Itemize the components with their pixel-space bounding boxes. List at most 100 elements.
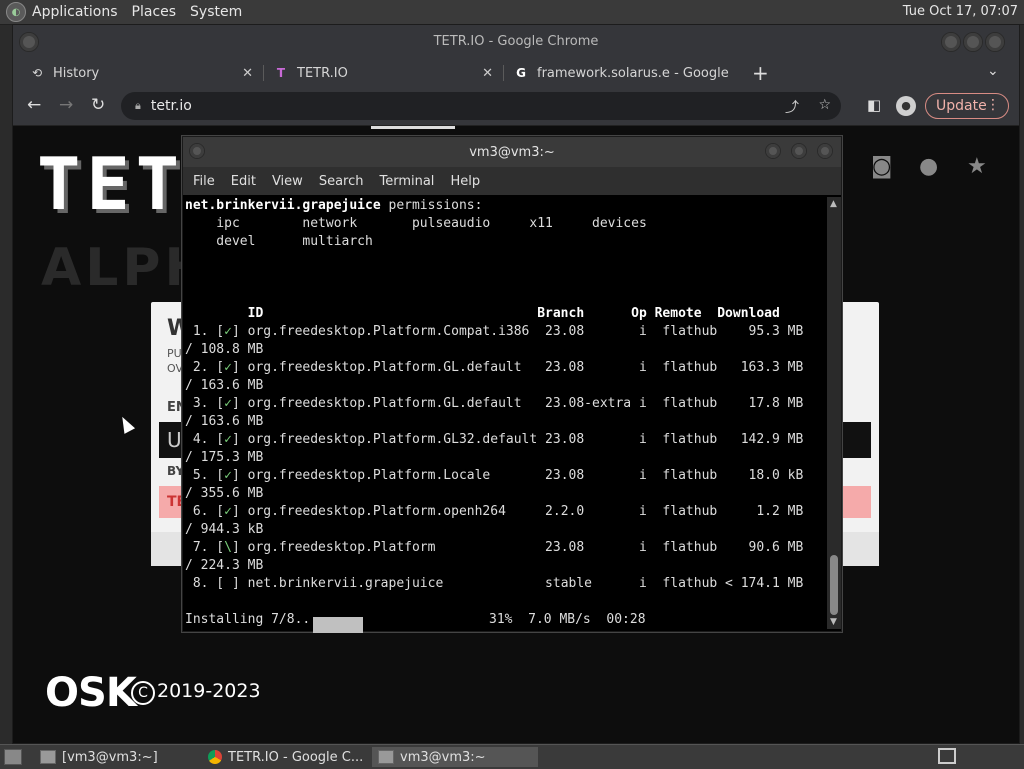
- side-panel-icon[interactable]: ◧: [867, 96, 881, 114]
- chrome-titlebar[interactable]: TETR.IO - Google Chrome: [13, 25, 1019, 57]
- profile-avatar-icon[interactable]: ●: [896, 96, 916, 116]
- tab-label: History: [53, 65, 100, 81]
- menu-search[interactable]: Search: [319, 174, 364, 189]
- menu-help[interactable]: Help: [450, 174, 480, 189]
- row-continuation: / 355.6 MB: [185, 486, 264, 501]
- lock-icon[interactable]: 🔒︎: [135, 99, 141, 113]
- menu-applications[interactable]: Applications: [32, 4, 118, 20]
- copyright-years: 2019-2023: [157, 680, 261, 702]
- scrollbar-thumb[interactable]: [830, 555, 838, 615]
- update-label: Update: [936, 98, 987, 114]
- permissions-list: devel multiarch: [185, 234, 373, 249]
- menu-view[interactable]: View: [272, 174, 303, 189]
- reload-icon[interactable]: ↻: [91, 95, 105, 115]
- row-continuation: / 163.6 MB: [185, 414, 264, 429]
- share-icon[interactable]: ⤴: [785, 97, 799, 117]
- row-status-mark: ✓: [224, 468, 232, 483]
- row-status-mark: ✓: [224, 324, 232, 339]
- terminal-menubar: File Edit View Search Terminal Help: [183, 167, 841, 195]
- tab-framework[interactable]: G framework.solarus.e - Google: [503, 59, 739, 87]
- bookmark-star-icon[interactable]: ☆: [818, 97, 831, 113]
- taskbar-item-chrome[interactable]: TETR.IO - Google C...: [202, 747, 368, 767]
- scroll-down-icon[interactable]: ▼: [830, 617, 837, 627]
- permissions-list: ipc network pulseaudio x11 devices: [185, 216, 647, 231]
- status-prefix: Installing 7/8...: [185, 612, 319, 627]
- status-line: Installing 7/8...: [185, 611, 318, 629]
- row-status-mark: ✓: [224, 396, 232, 411]
- copyright: C 2019-2023: [131, 680, 261, 705]
- row-status-mark: \: [224, 540, 232, 555]
- close-tab-icon[interactable]: ✕: [482, 66, 493, 81]
- permissions-line: net.brinkervii.grapejuice permissions:: [185, 197, 482, 215]
- table-row: 3. [✓] org.freedesktop.Platform.GL.defau…: [185, 395, 804, 413]
- chevron-down-icon[interactable]: ⌄: [987, 63, 999, 79]
- kebab-menu-icon[interactable]: ⋮: [986, 97, 1000, 113]
- show-desktop-icon[interactable]: [4, 749, 22, 765]
- menu-terminal[interactable]: Terminal: [379, 174, 434, 189]
- maximize-button[interactable]: [791, 143, 807, 159]
- star-icon[interactable]: ★: [967, 154, 987, 179]
- chrome-icon: [208, 750, 222, 764]
- terminal-scrollbar[interactable]: ▲ ▼: [827, 197, 841, 629]
- window-menu-button[interactable]: [189, 143, 205, 159]
- osk-logo: OSK: [45, 670, 137, 716]
- tetrio-icon: T: [276, 66, 286, 80]
- table-row: 2. [✓] org.freedesktop.Platform.GL.defau…: [185, 359, 804, 377]
- tab-tetrio[interactable]: T TETR.IO ✕: [263, 59, 499, 87]
- scroll-up-icon[interactable]: ▲: [830, 199, 837, 209]
- github-icon[interactable]: ●: [919, 154, 938, 179]
- row-status-mark: [224, 576, 232, 591]
- row-continuation: / 944.3 kB: [185, 522, 264, 537]
- terminal-icon: [40, 750, 56, 764]
- row-text: ] org.freedesktop.Platform.Locale 23.08 …: [231, 468, 804, 483]
- clock[interactable]: Tue Oct 17, 07:07: [903, 4, 1018, 19]
- close-window-button[interactable]: [985, 32, 1005, 52]
- minimize-button[interactable]: [765, 143, 781, 159]
- row-status-mark: ✓: [224, 504, 232, 519]
- google-icon: G: [516, 66, 526, 80]
- maximize-button[interactable]: [963, 32, 983, 52]
- terminal-titlebar[interactable]: vm3@vm3:~: [183, 137, 841, 167]
- update-button[interactable]: Update ⋮: [925, 93, 1009, 119]
- progress-bar: [313, 617, 363, 633]
- minimize-button[interactable]: [941, 32, 961, 52]
- table-row: 8. [ ] net.brinkervii.grapejuice stable …: [185, 575, 804, 593]
- tab-strip: ⟲ History ✕ T TETR.IO ✕ G framework.sola…: [13, 57, 1019, 87]
- row-text: 1. [: [185, 324, 225, 339]
- row-text: 5. [: [185, 468, 225, 483]
- url-text[interactable]: tetr.io: [151, 98, 192, 114]
- close-window-button[interactable]: [817, 143, 833, 159]
- tab-history[interactable]: ⟲ History ✕: [19, 59, 259, 87]
- close-tab-icon[interactable]: ✕: [242, 66, 253, 81]
- menu-places[interactable]: Places: [132, 4, 177, 20]
- distro-logo-icon[interactable]: ◐: [6, 2, 26, 22]
- card-subtext: PU OV: [167, 347, 183, 375]
- table-row: 1. [✓] org.freedesktop.Platform.Compat.i…: [185, 323, 804, 341]
- table-row: 7. [\] org.freedesktop.Platform 23.08 i …: [185, 539, 804, 557]
- row-text: ] org.freedesktop.Platform 23.08 i flath…: [231, 540, 804, 555]
- discord-icon[interactable]: ◙: [871, 154, 892, 179]
- taskbar-item-terminal-1[interactable]: [vm3@vm3:~]: [34, 747, 198, 767]
- row-text: ] org.freedesktop.Platform.Compat.i386 2…: [231, 324, 804, 339]
- terminal-output[interactable]: net.brinkervii.grapejuice permissions: i…: [185, 197, 825, 633]
- window-menu-button[interactable]: [19, 32, 39, 52]
- workspace-switcher[interactable]: [938, 748, 956, 764]
- page-tab-indicator: [371, 126, 455, 129]
- row-text: 4. [: [185, 432, 225, 447]
- tab-label: TETR.IO: [297, 65, 348, 81]
- back-icon[interactable]: ←: [27, 95, 41, 115]
- status-stats: 31% 7.0 MB/s 00:28: [489, 612, 646, 627]
- forward-icon[interactable]: →: [59, 95, 73, 115]
- row-status-mark: ✓: [224, 432, 232, 447]
- menu-edit[interactable]: Edit: [231, 174, 256, 189]
- row-continuation: / 163.6 MB: [185, 378, 264, 393]
- copyright-icon: C: [131, 681, 155, 705]
- table-header: ID Branch Op Remote Download: [185, 306, 780, 321]
- new-tab-icon[interactable]: +: [752, 61, 769, 85]
- menu-system[interactable]: System: [190, 4, 242, 20]
- row-text: 7. [: [185, 540, 225, 555]
- menu-file[interactable]: File: [193, 174, 215, 189]
- address-bar[interactable]: 🔒︎ tetr.io ⤴ ☆: [121, 92, 841, 120]
- row-text: 2. [: [185, 360, 225, 375]
- taskbar-item-terminal-2[interactable]: vm3@vm3:~: [372, 747, 538, 767]
